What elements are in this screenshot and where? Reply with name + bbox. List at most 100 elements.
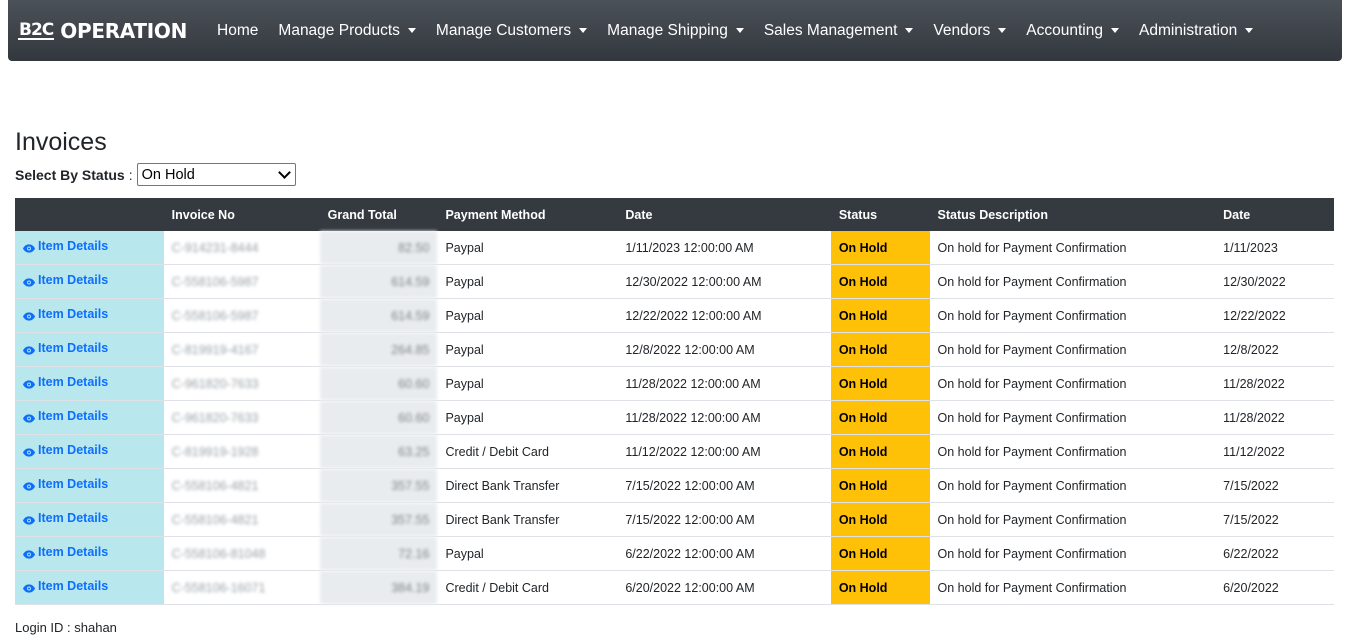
item-details-label: Item Details [38, 307, 109, 322]
column-header-invoice-no: Invoice No [163, 198, 320, 231]
payment-method: Credit / Debit Card [437, 434, 618, 469]
grand-total: 60.60 [319, 366, 438, 401]
invoice-date: 7/15/2022 12:00:00 AM [617, 468, 831, 503]
item-details-link[interactable]: Item Details [23, 273, 108, 287]
brand-name: OPERATION [60, 18, 188, 43]
filter-label: Select By Status [15, 166, 125, 183]
nav-item-accounting[interactable]: Accounting [1016, 22, 1129, 40]
top-navbar: B2C OPERATION Home Manage Products Manage … [8, 0, 1342, 61]
eye-icon [23, 548, 35, 559]
nav-item-vendors[interactable]: Vendors [923, 22, 1016, 40]
item-details-link[interactable]: Item Details [23, 477, 108, 491]
item-details-label: Item Details [38, 511, 109, 526]
grand-total: 72.16 [319, 536, 438, 571]
eye-icon [23, 276, 35, 287]
nav-item-manage-shipping[interactable]: Manage Shipping [597, 22, 754, 40]
column-header-status: Status [830, 198, 930, 231]
status-description: On hold for Payment Confirmation [929, 332, 1216, 367]
table-row: Item Details C-961820-7633 60.60 Paypal 11/2… [15, 366, 1334, 401]
status-badge: On Hold [830, 502, 930, 537]
brand[interactable]: B2C OPERATION [18, 19, 187, 43]
invoice-number: C-558106-4821 [163, 468, 320, 503]
payment-method: Paypal [437, 298, 618, 333]
column-header-status-description: Status Description [929, 198, 1216, 231]
nav-item-manage-products[interactable]: Manage Products [268, 22, 426, 40]
eye-icon [23, 412, 35, 423]
item-details-label: Item Details [38, 239, 109, 254]
page-title: Invoices [15, 128, 107, 156]
eye-icon [23, 310, 35, 321]
item-details-link[interactable]: Item Details [23, 579, 108, 593]
item-details-link[interactable]: Item Details [23, 545, 108, 559]
nav-item-label: Home [217, 21, 259, 39]
invoice-date: 12/22/2022 12:00:00 AM [617, 298, 831, 333]
payment-method: Paypal [437, 264, 618, 299]
grand-total: 60.60 [319, 400, 438, 435]
status-badge: On Hold [830, 400, 930, 435]
invoice-number: C-914231-8444 [163, 231, 320, 265]
grand-total: 614.59 [319, 264, 438, 299]
status-badge: On Hold [830, 536, 930, 571]
table-header-row: Invoice No Grand Total Payment Method Date S… [15, 198, 1334, 231]
status-description: On hold for Payment Confirmation [929, 570, 1216, 605]
item-details-link[interactable]: Item Details [23, 239, 108, 253]
item-details-cell: Item Details [15, 264, 164, 299]
nav-item-label: Manage Shipping [607, 21, 728, 39]
table-row: Item Details C-914231-8444 82.50 Paypal 1/11… [15, 231, 1334, 265]
item-details-link[interactable]: Item Details [23, 443, 108, 457]
invoice-date: 12/30/2022 12:00:00 AM [617, 264, 831, 299]
item-details-cell: Item Details [15, 536, 164, 571]
caret-down-icon [998, 28, 1007, 33]
item-details-link[interactable]: Item Details [23, 307, 108, 321]
item-details-link[interactable]: Item Details [23, 375, 108, 389]
nav-item-administration[interactable]: Administration [1129, 22, 1263, 40]
table-row: Item Details C-961820-7633 60.60 Paypal 11/2… [15, 400, 1334, 435]
eye-icon [23, 378, 35, 389]
nav-item-label: Manage Customers [435, 21, 572, 39]
nav-item-sales-management[interactable]: Sales Management [754, 22, 924, 40]
payment-method: Paypal [437, 332, 618, 367]
invoice-date: 6/20/2022 12:00:00 AM [617, 570, 831, 605]
item-details-label: Item Details [38, 545, 109, 560]
payment-method: Direct Bank Transfer [437, 468, 618, 503]
item-details-link[interactable]: Item Details [23, 341, 108, 355]
status-date: 11/28/2022 [1215, 400, 1334, 435]
nav-item-home[interactable]: Home [207, 22, 268, 40]
brand-logo: B2C [18, 19, 54, 40]
invoice-number: C-558106-4821 [163, 502, 320, 537]
table-row: Item Details C-558106-5987 614.59 Paypal 12/… [15, 264, 1334, 299]
payment-method: Paypal [437, 400, 618, 435]
status-date: 7/15/2022 [1215, 468, 1334, 503]
status-select[interactable]: On Hold [136, 163, 296, 186]
status-badge: On Hold [830, 298, 930, 333]
payment-method: Paypal [437, 231, 618, 265]
caret-down-icon [735, 28, 744, 33]
eye-icon [23, 242, 35, 253]
status-date: 12/8/2022 [1215, 332, 1334, 367]
nav-item-label: Sales Management [763, 21, 898, 39]
item-details-label: Item Details [38, 273, 109, 288]
grand-total: 264.85 [319, 332, 438, 367]
status-date: 12/22/2022 [1215, 298, 1334, 333]
status-description: On hold for Payment Confirmation [929, 264, 1216, 299]
item-details-cell: Item Details [15, 231, 164, 265]
status-date: 7/15/2022 [1215, 502, 1334, 537]
item-details-label: Item Details [38, 341, 109, 356]
payment-method: Paypal [437, 536, 618, 571]
item-details-label: Item Details [38, 477, 109, 492]
eye-icon [23, 446, 35, 457]
nav-item-label: Accounting [1026, 21, 1103, 39]
caret-down-icon [1110, 28, 1119, 33]
item-details-link[interactable]: Item Details [23, 511, 108, 525]
invoice-number: C-961820-7633 [163, 366, 320, 401]
status-badge: On Hold [830, 332, 930, 367]
status-date: 11/12/2022 [1215, 434, 1334, 469]
item-details-cell: Item Details [15, 400, 164, 435]
invoices-table: Invoice No Grand Total Payment Method Date S… [15, 198, 1334, 605]
item-details-link[interactable]: Item Details [23, 409, 108, 423]
nav-item-manage-customers[interactable]: Manage Customers [426, 22, 597, 40]
item-details-cell: Item Details [15, 366, 164, 401]
eye-icon [23, 344, 35, 355]
table-row: Item Details C-819919-4167 264.85 Paypal 12/… [15, 332, 1334, 367]
status-select-value: On Hold [141, 166, 195, 183]
